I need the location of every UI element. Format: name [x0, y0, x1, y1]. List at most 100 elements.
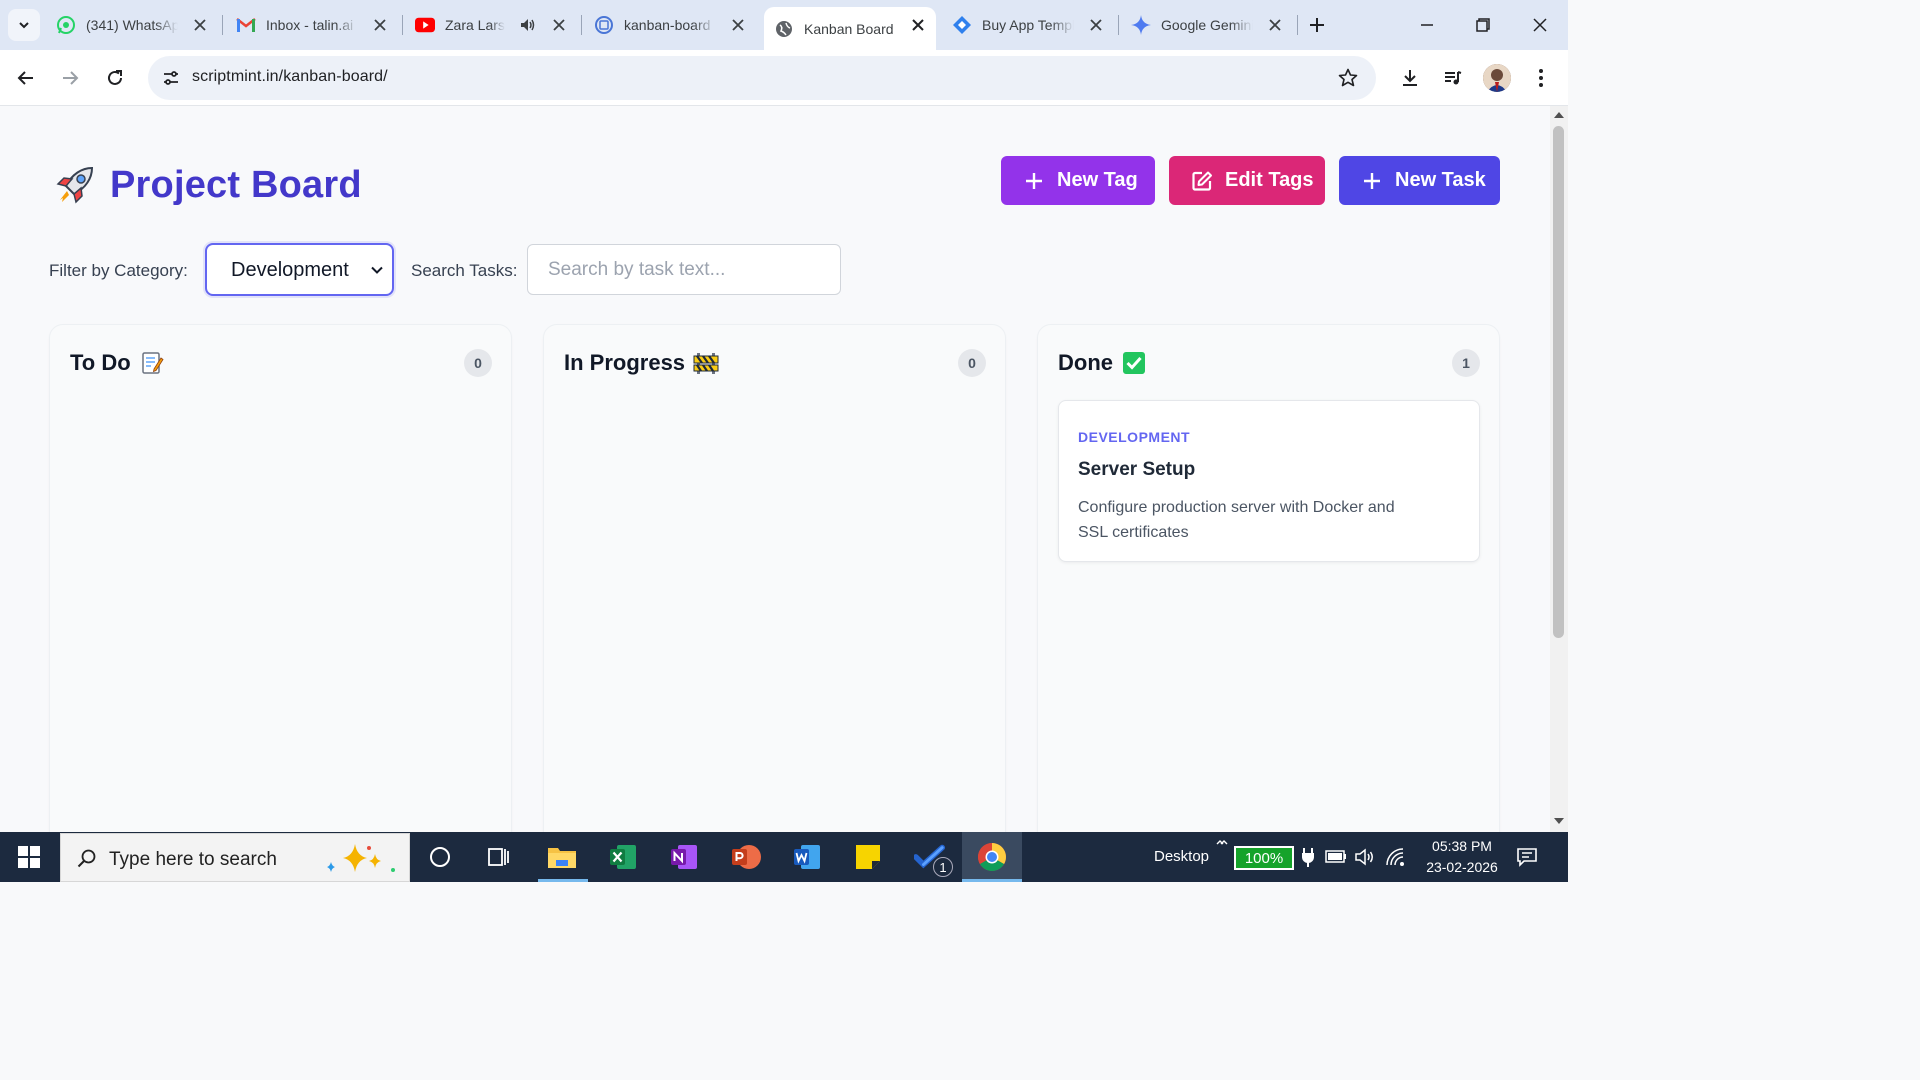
category-filter-select[interactable]: Development	[205, 243, 394, 296]
battery-icon[interactable]	[1325, 848, 1347, 869]
minimize-button[interactable]	[1410, 8, 1444, 42]
clock-time: 05:38 PM	[1432, 838, 1492, 854]
page-icon	[594, 15, 614, 35]
todo-badge: 1	[933, 857, 953, 877]
speaker-icon[interactable]	[519, 16, 537, 37]
forward-button[interactable]	[54, 62, 86, 94]
active-app-indicator	[538, 879, 588, 882]
volume-icon[interactable]	[1354, 847, 1376, 872]
task-card[interactable]: DEVELOPMENT Server Setup Configure produ…	[1058, 400, 1480, 562]
back-arrow-icon	[17, 71, 33, 85]
power-plug-icon[interactable]	[1300, 847, 1316, 872]
search-icon	[77, 849, 96, 868]
tab-separator	[222, 15, 223, 35]
column-title: In Progress	[564, 350, 719, 376]
selected-category: Development	[231, 259, 349, 281]
close-icon[interactable]	[1267, 17, 1283, 33]
close-icon[interactable]	[1088, 17, 1104, 33]
column-count-badge: 0	[958, 349, 986, 377]
restore-icon	[1476, 18, 1490, 32]
tab-label: kanban-board	[624, 17, 711, 33]
scrollbar-thumb[interactable]	[1553, 126, 1564, 638]
search-input[interactable]	[528, 245, 840, 294]
column-in-progress: In Progress 0	[543, 324, 1006, 832]
tab-kanban-board-active[interactable]: Kanban Board	[764, 7, 936, 50]
close-window-button[interactable]	[1523, 8, 1557, 42]
close-icon[interactable]	[192, 17, 208, 33]
forward-arrow-icon	[63, 71, 79, 85]
tab-separator	[402, 15, 403, 35]
scroll-up-arrow[interactable]	[1554, 112, 1564, 118]
column-title-text: To Do	[70, 350, 131, 375]
tab-buy-app-templates[interactable]: Buy App Templates	[942, 7, 1114, 43]
taskbar-excel[interactable]	[607, 841, 639, 873]
more-vertical-icon	[1539, 69, 1543, 87]
column-done: Done 1 DEVELOPMENT Server Setup Configur…	[1037, 324, 1500, 832]
site-info-icon[interactable]	[160, 67, 182, 89]
taskbar-onenote[interactable]	[668, 841, 700, 873]
clock-date: 23-02-2026	[1426, 859, 1498, 875]
column-title-text: Done	[1058, 350, 1113, 375]
close-icon[interactable]	[551, 17, 567, 33]
reload-button[interactable]	[99, 62, 131, 94]
task-description: Configure production server with Docker …	[1078, 499, 1395, 541]
wifi-icon[interactable]	[1385, 847, 1407, 872]
new-tag-button[interactable]: New Tag	[1001, 156, 1155, 205]
new-tab-button[interactable]	[1302, 10, 1332, 40]
taskbar-powerpoint[interactable]	[730, 841, 762, 873]
close-icon[interactable]	[372, 17, 388, 33]
new-task-button[interactable]: New Task	[1339, 156, 1500, 205]
column-count-badge: 1	[1452, 349, 1480, 377]
tab-youtube[interactable]: Zara Larsson	[405, 7, 577, 43]
address-bar[interactable]: scriptmint.in/kanban-board/	[148, 56, 1376, 100]
bookmark-star-icon[interactable]	[1336, 66, 1360, 90]
task-view-button[interactable]	[483, 841, 515, 873]
close-icon[interactable]	[730, 17, 746, 33]
column-title: Done	[1058, 350, 1147, 376]
browser-menu-button[interactable]	[1525, 62, 1557, 94]
close-icon[interactable]	[910, 17, 926, 33]
tab-gmail[interactable]: Inbox - talin.ai	[226, 7, 398, 43]
sticky-notes-icon	[856, 845, 880, 869]
system-clock[interactable]: 05:38 PM 23-02-2026	[1414, 836, 1510, 878]
download-icon	[1403, 70, 1417, 86]
battery-percentage[interactable]: 100%	[1234, 846, 1294, 870]
taskbar-search[interactable]: Type here to search	[60, 833, 410, 882]
youtube-icon	[415, 15, 435, 35]
back-button[interactable]	[10, 62, 42, 94]
tab-separator	[581, 15, 582, 35]
page-title: Project Board	[110, 163, 362, 206]
taskbar-word[interactable]	[791, 841, 823, 873]
media-queue-icon	[1445, 71, 1462, 85]
edit-tags-label: Edit Tags	[1225, 169, 1314, 191]
column-todo: To Do 0	[49, 324, 512, 832]
profile-avatar[interactable]	[1483, 64, 1511, 92]
restore-button[interactable]	[1466, 8, 1500, 42]
chevron-up-icon[interactable]	[1216, 836, 1228, 854]
cortana-button[interactable]	[424, 841, 456, 873]
powerpoint-icon	[732, 845, 761, 869]
start-button[interactable]	[0, 832, 58, 882]
active-app-indicator	[962, 879, 1022, 882]
plus-icon	[1310, 18, 1324, 32]
media-control-button[interactable]	[1437, 62, 1469, 94]
scroll-down-arrow[interactable]	[1554, 818, 1564, 824]
page-content: Project Board New Tag Edit Tags New Task…	[0, 106, 1550, 832]
tab-search-button[interactable]	[8, 9, 40, 41]
tab-google-gemini[interactable]: Google Gemini	[1121, 7, 1293, 43]
downloads-button[interactable]	[1394, 62, 1426, 94]
tab-whatsapp[interactable]: (341) WhatsApp	[46, 7, 218, 43]
taskbar-file-explorer[interactable]	[546, 841, 578, 873]
tab-label: Inbox - talin.ai	[266, 17, 354, 33]
tab-kanban-board-dev[interactable]: kanban-board	[584, 7, 756, 43]
desktop-toolbar-label[interactable]: Desktop	[1154, 848, 1209, 865]
notifications-icon[interactable]	[1516, 846, 1538, 873]
taskbar-sticky-notes[interactable]	[852, 841, 884, 873]
page-scrollbar[interactable]	[1550, 106, 1568, 832]
page-header: Project Board	[52, 162, 362, 208]
edit-tags-button[interactable]: Edit Tags	[1169, 156, 1325, 205]
tab-label: Zara Larsson	[445, 17, 505, 33]
whatsapp-icon	[56, 15, 76, 35]
taskbar-chrome[interactable]	[976, 841, 1008, 873]
tab-label: Kanban Board	[804, 20, 894, 37]
